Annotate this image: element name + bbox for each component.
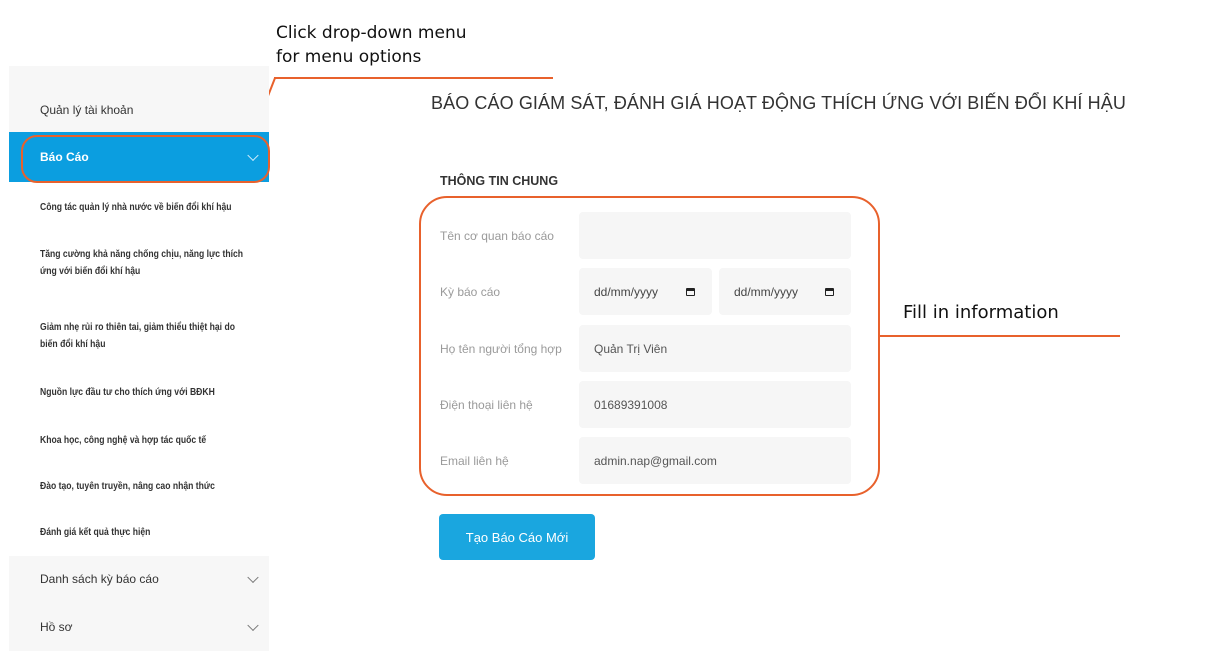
dropdown-annotation: Click drop-down menu for menu options — [276, 21, 467, 69]
annotation-highlight-report — [21, 135, 270, 183]
sidebar-item-profile[interactable]: Hồ sơ — [9, 602, 269, 651]
sidebar-subitem-resilience-line-2: ứng với biến đổi khí hậu — [40, 266, 141, 277]
sidebar-item-period-list-label: Danh sách kỳ báo cáo — [40, 572, 159, 586]
create-report-button[interactable]: Tạo Báo Cáo Mới — [439, 514, 595, 560]
dropdown-annotation-line-1: Click drop-down menu — [276, 23, 467, 43]
fill-annotation: Fill in information — [903, 302, 1059, 323]
sidebar-subitem-resilience[interactable]: Tăng cường khả năng chống chịu, năng lực… — [40, 246, 270, 280]
annotation-line-right — [879, 335, 1120, 337]
sidebar-item-account[interactable]: Quản lý tài khoản — [9, 66, 269, 132]
sidebar-subitem-resilience-line-1: Tăng cường khả năng chống chịu, năng lực… — [40, 249, 244, 260]
sidebar-subitem-evaluation[interactable]: Đánh giá kết quả thực hiện — [40, 524, 242, 541]
sidebar-subitem-science[interactable]: Khoa học, công nghệ và hợp tác quốc tế — [40, 432, 242, 449]
sidebar-item-account-label: Quản lý tài khoản — [40, 103, 134, 117]
sidebar-subitem-disaster-risk-line-2: biến đổi khí hậu — [40, 339, 106, 350]
sidebar-item-period-list[interactable]: Danh sách kỳ báo cáo — [9, 556, 269, 602]
sidebar-subitem-state-management[interactable]: Công tác quản lý nhà nước về biến đổi kh… — [40, 199, 242, 216]
sidebar-item-profile-label: Hồ sơ — [40, 619, 73, 634]
chevron-down-icon — [247, 619, 259, 631]
sidebar-subitem-disaster-risk[interactable]: Giảm nhẹ rủi ro thiên tai, giảm thiểu th… — [40, 319, 270, 353]
annotation-highlight-form — [419, 196, 880, 496]
chevron-down-icon — [247, 571, 259, 584]
page-title: BÁO CÁO GIÁM SÁT, ĐÁNH GIÁ HOẠT ĐỘNG THÍ… — [431, 93, 1126, 113]
sidebar-subitem-training[interactable]: Đào tạo, tuyên truyền, nâng cao nhận thứ… — [40, 478, 242, 495]
dropdown-annotation-line-2: for menu options — [276, 47, 422, 67]
sidebar-subitem-investment[interactable]: Nguồn lực đầu tư cho thích ứng với BĐKH — [40, 384, 242, 401]
annotation-line-horizontal-top — [274, 77, 553, 79]
section-title: THÔNG TIN CHUNG — [440, 174, 559, 188]
sidebar-subitem-disaster-risk-line-1: Giảm nhẹ rủi ro thiên tai, giảm thiểu th… — [40, 322, 235, 333]
